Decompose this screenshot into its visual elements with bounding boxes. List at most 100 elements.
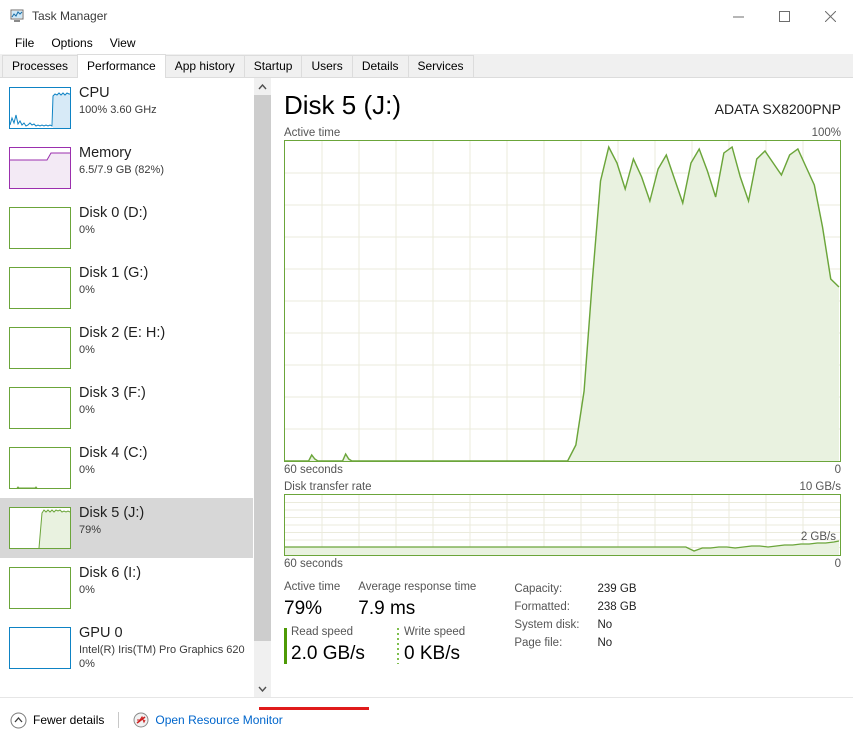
tab-app-history[interactable]: App history — [164, 55, 245, 77]
disk-detail-panel: Disk 5 (J:) ADATA SX8200PNP Active time … — [259, 78, 853, 710]
sidebar-item-disk-6[interactable]: Disk 6 (I:) 0% — [0, 558, 253, 618]
disk-2-thumbnail — [9, 327, 71, 369]
content-area: CPU 100% 3.60 GHz Memory 6.5/7.9 GB (82%… — [0, 78, 853, 710]
active-time-labels: Active time 100% — [284, 126, 841, 140]
tab-users[interactable]: Users — [301, 55, 353, 77]
sidebar-item-disk-2-sub: 0% — [79, 344, 95, 356]
minimize-icon — [732, 16, 744, 17]
stat-read-speed-label: Read speed — [291, 626, 354, 638]
stat-average-response-time: Average response time 7.9 ms — [358, 580, 476, 623]
stat-average-response-time-value: 7.9 ms — [358, 598, 416, 619]
transfer-rate-min-label: 0 — [834, 558, 841, 570]
sidebar-item-gpu-0-name: GPU 0 — [79, 625, 123, 641]
sidebar-item-disk-4[interactable]: Disk 4 (C:) 0% — [0, 438, 253, 498]
sidebar-item-disk-3[interactable]: Disk 3 (F:) 0% — [0, 378, 253, 438]
page-title: Disk 5 (J:) — [284, 90, 401, 120]
scrollbar-thumb[interactable] — [254, 95, 271, 641]
sidebar-item-memory-name: Memory — [79, 145, 132, 161]
sidebar-item-disk-0-text: Disk 0 (D:) 0% — [79, 198, 147, 237]
transfer-rate-label: Disk transfer rate — [284, 481, 372, 493]
sidebar-item-cpu[interactable]: CPU 100% 3.60 GHz — [0, 78, 253, 138]
sidebar-item-disk-2[interactable]: Disk 2 (E: H:) 0% — [0, 318, 253, 378]
sidebar-item-disk-1-text: Disk 1 (G:) 0% — [79, 258, 148, 297]
performance-sidebar[interactable]: CPU 100% 3.60 GHz Memory 6.5/7.9 GB (82%… — [0, 78, 253, 697]
info-value-system-disk: No — [597, 619, 613, 631]
info-value-capacity: 239 GB — [597, 583, 637, 595]
sidebar-item-disk-1[interactable]: Disk 1 (G:) 0% — [0, 258, 253, 318]
sidebar-scrollbar[interactable] — [253, 78, 271, 697]
read-speed-color-bar — [284, 628, 287, 664]
table-row: Capacity: 239 GB — [514, 580, 636, 598]
active-time-label: Active time — [284, 127, 341, 139]
table-row: Formatted: 238 GB — [514, 598, 636, 616]
info-key-page-file: Page file: — [514, 637, 563, 649]
memory-thumbnail — [9, 147, 71, 189]
sidebar-item-disk-4-text: Disk 4 (C:) 0% — [79, 438, 147, 477]
write-speed-color-bar — [397, 628, 399, 664]
tab-processes[interactable]: Processes — [2, 55, 79, 77]
menu-item-file[interactable]: File — [7, 34, 42, 52]
sidebar-item-gpu-0-text: GPU 0 Intel(R) Iris(TM) Pro Graphics 620… — [79, 618, 245, 671]
window-title: Task Manager — [32, 9, 108, 23]
stat-active-time-value: 79% — [284, 598, 323, 619]
tab-strip: Processes Performance App history Startu… — [0, 54, 853, 78]
transfer-rate-area — [285, 541, 839, 555]
active-time-footer: 60 seconds 0 — [284, 463, 841, 478]
status-bar: Fewer details Open Resource Monitor — [0, 697, 853, 742]
sidebar-item-disk-0[interactable]: Disk 0 (D:) 0% — [0, 198, 253, 258]
chevron-up-icon — [258, 83, 267, 89]
speed-row: Read speed 2.0 GB/s Write speed 0 KB/s — [284, 625, 494, 668]
sidebar-item-disk-4-sub: 0% — [79, 464, 95, 476]
menu-item-view[interactable]: View — [102, 34, 144, 52]
sidebar-item-gpu-0-sub: Intel(R) Iris(TM) Pro Graphics 620 — [79, 644, 245, 656]
close-button[interactable] — [807, 0, 853, 32]
scroll-up-button[interactable] — [254, 78, 271, 95]
stat-write-speed-value: 0 KB/s — [404, 643, 460, 664]
title-bar: Task Manager — [0, 0, 853, 32]
active-time-area — [308, 147, 839, 461]
info-key-system-disk: System disk: — [514, 619, 580, 631]
active-time-min-label: 0 — [834, 464, 841, 476]
tab-startup[interactable]: Startup — [243, 55, 303, 77]
stat-average-response-time-label: Average response time — [358, 581, 477, 593]
active-time-graph — [284, 140, 841, 462]
info-key-formatted: Formatted: — [514, 601, 570, 613]
disk-4-thumbnail — [9, 447, 71, 489]
tab-performance[interactable]: Performance — [77, 54, 166, 78]
table-row: Page file: No — [514, 634, 636, 652]
read-speed-highlight-underline — [259, 707, 369, 710]
sidebar-item-disk-0-sub: 0% — [79, 224, 95, 236]
sidebar-item-disk-3-name: Disk 3 (F:) — [79, 385, 146, 401]
tab-details[interactable]: Details — [351, 55, 409, 77]
task-manager-icon — [9, 8, 25, 24]
menu-bar: File Options View — [0, 32, 853, 54]
sidebar-item-memory-text: Memory 6.5/7.9 GB (82%) — [79, 138, 164, 177]
scrollbar-track[interactable] — [254, 95, 271, 680]
menu-item-options[interactable]: Options — [43, 34, 100, 52]
transfer-rate-x-label: 60 seconds — [284, 558, 343, 570]
sidebar-item-gpu-0-sub2: 0% — [79, 658, 95, 670]
sidebar-item-disk-4-name: Disk 4 (C:) — [79, 445, 148, 461]
disk-5-thumbnail — [9, 507, 71, 549]
disk-0-thumbnail — [9, 207, 71, 249]
sidebar-item-disk-1-name: Disk 1 (G:) — [79, 265, 149, 281]
scroll-down-button[interactable] — [254, 680, 271, 697]
panel-header: Disk 5 (J:) ADATA SX8200PNP — [284, 90, 841, 124]
sidebar-item-disk-5[interactable]: Disk 5 (J:) 79% — [0, 498, 253, 558]
sidebar-item-gpu-0[interactable]: GPU 0 Intel(R) Iris(TM) Pro Graphics 620… — [0, 618, 253, 678]
resource-monitor-icon — [133, 712, 149, 728]
sidebar-item-cpu-name: CPU — [79, 85, 110, 101]
info-value-page-file: No — [597, 637, 613, 649]
fewer-details-button[interactable]: Fewer details — [10, 712, 104, 729]
sidebar-item-cpu-sub: 100% 3.60 GHz — [79, 104, 157, 116]
maximize-button[interactable] — [761, 0, 807, 32]
open-resource-monitor-button[interactable]: Open Resource Monitor — [133, 712, 283, 728]
sidebar-item-memory-sub: 6.5/7.9 GB (82%) — [79, 164, 164, 176]
disk-model-label: ADATA SX8200PNP — [714, 101, 841, 117]
cpu-thumbnail — [9, 87, 71, 129]
tab-services[interactable]: Services — [407, 55, 474, 77]
sidebar-item-memory[interactable]: Memory 6.5/7.9 GB (82%) — [0, 138, 253, 198]
sidebar-item-disk-6-text: Disk 6 (I:) 0% — [79, 558, 141, 597]
fewer-details-label: Fewer details — [33, 713, 105, 727]
minimize-button[interactable] — [715, 0, 761, 32]
